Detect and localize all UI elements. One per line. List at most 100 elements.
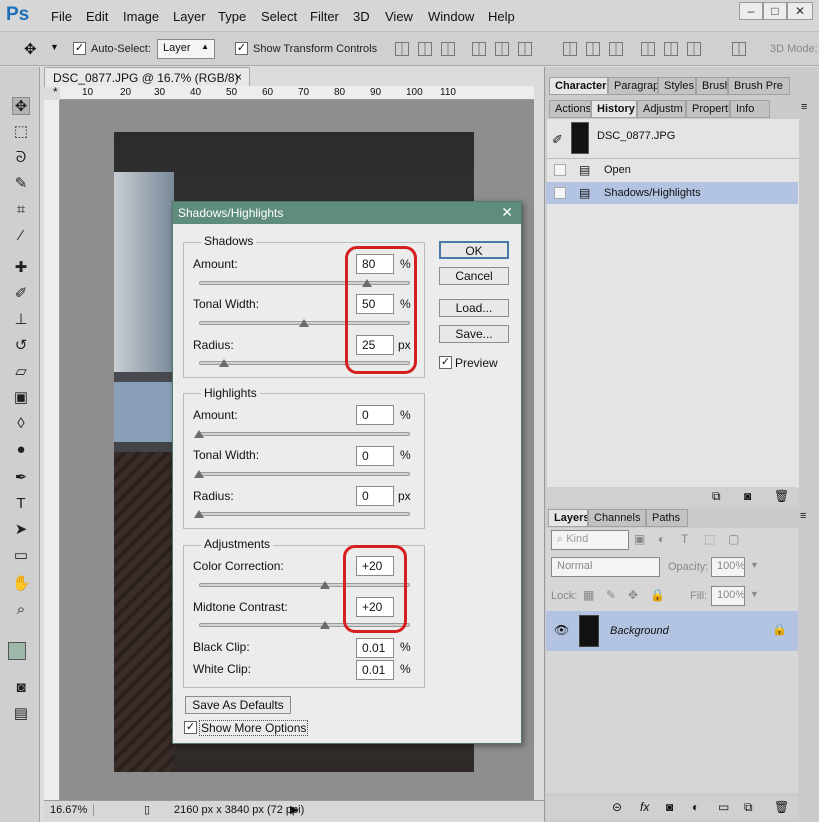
new-layer-icon[interactable]: ⧉	[744, 800, 753, 815]
snapshot-camera-icon[interactable]: ◙	[744, 489, 751, 503]
distribute-vcenter-icon[interactable]	[586, 42, 600, 56]
zoom-level[interactable]: 16.67%	[50, 804, 95, 816]
slider-thumb[interactable]	[219, 359, 229, 367]
auto-select-checkbox[interactable]: ✓	[73, 42, 86, 55]
foreground-color-swatch[interactable]	[8, 642, 26, 660]
path-select-tool-icon[interactable]: ➤	[12, 521, 30, 539]
highlights-amount-input[interactable]: 0	[356, 405, 394, 425]
blend-mode-dropdown[interactable]: Normal	[551, 557, 660, 577]
opacity-input[interactable]: 100%	[711, 557, 745, 577]
align-top-icon[interactable]	[395, 42, 409, 56]
menu-image[interactable]: Image	[123, 9, 159, 24]
highlights-amount-slider[interactable]	[199, 432, 410, 436]
show-transform-checkbox[interactable]: ✓	[235, 42, 248, 55]
tab-adjustments[interactable]: Adjustm	[637, 100, 686, 118]
shape-tool-icon[interactable]: ▭	[12, 547, 30, 565]
highlights-radius-input[interactable]: 0	[356, 486, 394, 506]
menu-layer[interactable]: Layer	[173, 9, 206, 24]
save-as-defaults-button[interactable]: Save As Defaults	[185, 696, 291, 714]
group-folder-icon[interactable]: ▭	[718, 800, 729, 814]
cancel-button[interactable]: Cancel	[439, 267, 509, 285]
lock-pixels-icon[interactable]: ✎	[606, 588, 616, 602]
slider-thumb[interactable]	[320, 581, 330, 589]
panel-menu-icon[interactable]: ≡	[800, 510, 806, 522]
tab-styles[interactable]: Styles	[658, 77, 696, 95]
minimize-icon[interactable]: –	[739, 2, 763, 20]
history-item-open[interactable]: ▤ Open	[546, 159, 798, 181]
close-icon[interactable]: ✕	[787, 2, 813, 20]
move-tool-icon[interactable]: ✥	[12, 97, 30, 115]
menu-filter[interactable]: Filter	[310, 9, 339, 24]
filter-image-icon[interactable]: ▣	[634, 532, 645, 546]
new-document-icon[interactable]: ⧉	[712, 489, 721, 504]
tab-brush-presets[interactable]: Brush Pre	[728, 77, 790, 95]
tab-character[interactable]: Character	[549, 77, 608, 95]
menu-select[interactable]: Select	[261, 9, 297, 24]
chevron-down-icon[interactable]: ▼	[750, 560, 759, 570]
fill-input[interactable]: 100%	[711, 586, 745, 606]
eyedropper-tool-icon[interactable]: ⁄	[12, 227, 30, 245]
menu-window[interactable]: Window	[428, 9, 474, 24]
tab-properties[interactable]: Properti	[686, 100, 730, 118]
menu-help[interactable]: Help	[488, 9, 515, 24]
crop-tool-icon[interactable]: ⌗	[12, 201, 30, 219]
align-right-icon[interactable]	[518, 42, 532, 56]
history-item-shadows-highlights[interactable]: ▤ Shadows/Highlights	[546, 182, 798, 204]
menu-file[interactable]: File	[51, 9, 72, 24]
menu-edit[interactable]: Edit	[86, 9, 108, 24]
align-bottom-icon[interactable]	[441, 42, 455, 56]
screen-mode-icon[interactable]: ▤	[12, 705, 30, 723]
auto-align-icon[interactable]	[732, 42, 746, 56]
filter-type-icon[interactable]: T	[681, 532, 688, 546]
close-icon[interactable]: ✕	[501, 204, 513, 221]
slider-thumb[interactable]	[320, 621, 330, 629]
quick-mask-icon[interactable]: ◙	[12, 679, 30, 697]
move-tool-icon[interactable]: ✥	[24, 40, 37, 58]
layer-kind-filter[interactable]: ⌕ Kind	[551, 530, 629, 550]
distribute-top-icon[interactable]	[563, 42, 577, 56]
dodge-tool-icon[interactable]: ●	[12, 441, 30, 459]
tab-actions[interactable]: Actions	[549, 100, 591, 118]
blur-tool-icon[interactable]: ◊	[12, 415, 30, 433]
history-brush-source-icon[interactable]: ✐	[552, 132, 563, 148]
save-button[interactable]: Save...	[439, 325, 509, 343]
load-button[interactable]: Load...	[439, 299, 509, 317]
healing-brush-tool-icon[interactable]: ✚	[12, 259, 30, 277]
history-snapshot-name[interactable]: DSC_0877.JPG	[597, 130, 675, 142]
layer-name[interactable]: Background	[610, 625, 669, 637]
slider-thumb[interactable]	[299, 319, 309, 327]
tab-history[interactable]: History	[591, 100, 637, 118]
snapshot-thumbnail[interactable]	[571, 122, 589, 154]
panel-menu-icon[interactable]: ≡	[801, 101, 807, 113]
menu-view[interactable]: View	[385, 9, 413, 24]
show-more-options-label[interactable]: Show More Options	[199, 720, 309, 736]
close-tab-icon[interactable]: ×	[235, 70, 242, 84]
slider-thumb[interactable]	[194, 510, 204, 518]
eraser-tool-icon[interactable]: ▱	[12, 363, 30, 381]
fx-icon[interactable]: fx	[640, 800, 649, 814]
tab-paragraph[interactable]: Paragrapl	[608, 77, 658, 95]
black-clip-input[interactable]: 0.01	[356, 638, 394, 658]
doc-info-icon[interactable]: ▯	[144, 803, 150, 816]
chevron-down-icon[interactable]: ▼	[750, 589, 759, 599]
lock-all-icon[interactable]: 🔒	[650, 588, 665, 602]
gradient-tool-icon[interactable]: ▣	[12, 389, 30, 407]
lock-position-icon[interactable]: ✥	[628, 588, 638, 602]
show-more-options-checkbox[interactable]: ✓	[184, 721, 197, 734]
align-left-icon[interactable]	[472, 42, 486, 56]
marquee-tool-icon[interactable]: ⬚	[12, 123, 30, 141]
distribute-left-icon[interactable]	[641, 42, 655, 56]
filter-shape-icon[interactable]: ⬚	[704, 532, 715, 546]
distribute-right-icon[interactable]	[687, 42, 701, 56]
tab-paths[interactable]: Paths	[646, 509, 688, 527]
highlights-tonal-width-slider[interactable]	[199, 472, 410, 476]
visibility-eye-icon[interactable]: 👁	[554, 623, 569, 637]
link-layers-icon[interactable]: ⊝	[612, 800, 622, 814]
layer-mask-icon[interactable]: ◙	[666, 800, 673, 814]
history-source-box[interactable]	[554, 187, 566, 199]
ok-button[interactable]: OK	[439, 241, 509, 259]
stamp-tool-icon[interactable]: ⊥	[12, 311, 30, 329]
layer-row-background[interactable]: 👁 Background 🔒	[546, 611, 798, 651]
distribute-bottom-icon[interactable]	[609, 42, 623, 56]
tab-channels[interactable]: Channels	[588, 509, 646, 527]
